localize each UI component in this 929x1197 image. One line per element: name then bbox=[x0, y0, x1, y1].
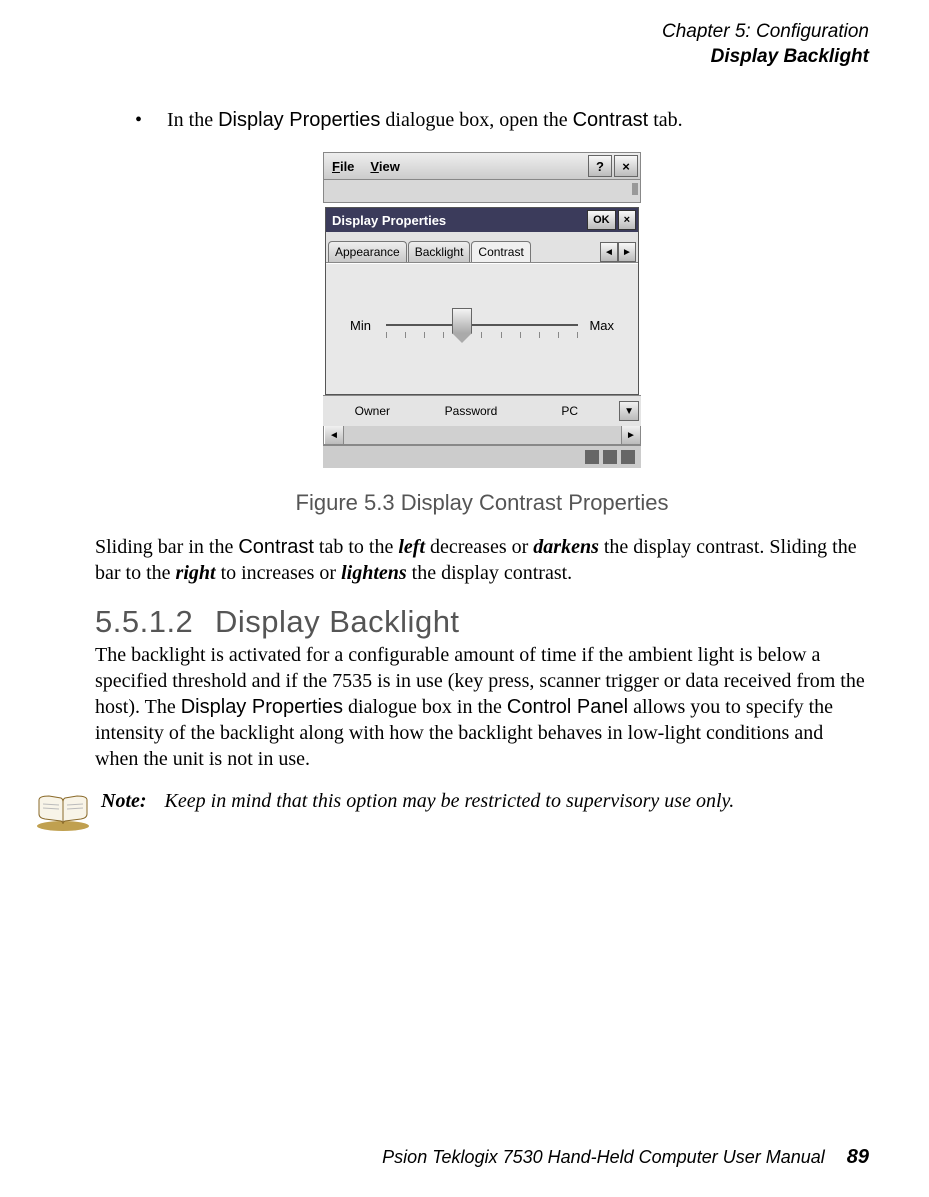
dialog-title-text: Display Properties bbox=[332, 213, 446, 228]
scroll-right-icon[interactable]: ► bbox=[621, 426, 640, 444]
tab-appearance[interactable]: Appearance bbox=[328, 241, 407, 262]
tray-icon[interactable] bbox=[603, 450, 617, 464]
taskbar bbox=[323, 445, 641, 468]
tab-backlight[interactable]: Backlight bbox=[408, 241, 471, 262]
max-label: Max bbox=[589, 318, 614, 333]
note-block: Note:Keep in mind that this option may b… bbox=[35, 790, 869, 832]
min-label: Min bbox=[350, 318, 371, 333]
slider-ticks bbox=[386, 332, 578, 340]
ui-term: Display Properties bbox=[218, 109, 380, 131]
control-panel-items: Owner Password PC ▼ bbox=[323, 395, 641, 426]
ok-button[interactable]: OK bbox=[587, 210, 616, 230]
instruction-bullet: • In the Display Properties dialogue box… bbox=[135, 109, 869, 132]
item-pc[interactable]: PC bbox=[520, 404, 619, 418]
outer-toolbar bbox=[323, 180, 641, 203]
outer-menubar: File View ? × bbox=[323, 152, 641, 180]
contrast-slider-panel: Min Max bbox=[326, 263, 638, 394]
page-number: 89 bbox=[847, 1146, 869, 1168]
slider-thumb[interactable] bbox=[452, 308, 472, 334]
help-button[interactable]: ? bbox=[588, 155, 612, 177]
dialog-titlebar: Display Properties OK × bbox=[326, 208, 638, 232]
slider-track[interactable] bbox=[386, 324, 578, 326]
item-owner[interactable]: Owner bbox=[323, 404, 422, 418]
figure-caption: Figure 5.3 Display Contrast Properties bbox=[95, 490, 869, 516]
item-password[interactable]: Password bbox=[422, 404, 521, 418]
heading-title: Display Backlight bbox=[215, 604, 460, 639]
menu-view[interactable]: View bbox=[362, 159, 407, 174]
tab-scroll-left-icon[interactable]: ◄ bbox=[600, 242, 618, 262]
ui-term: Contrast bbox=[573, 109, 649, 131]
page-header: Chapter 5: Configuration Display Backlig… bbox=[95, 20, 869, 69]
header-section: Display Backlight bbox=[95, 45, 869, 70]
dropdown-icon[interactable]: ▼ bbox=[619, 401, 639, 421]
close-button[interactable]: × bbox=[614, 155, 638, 177]
screenshot-figure: File View ? × Display Properties OK × Ap… bbox=[323, 152, 641, 482]
header-chapter: Chapter 5: Configuration bbox=[95, 20, 869, 45]
footer-title: Psion Teklogix 7530 Hand-Held Computer U… bbox=[382, 1147, 825, 1167]
tray-icon[interactable] bbox=[585, 450, 599, 464]
page-footer: Psion Teklogix 7530 Hand-Held Computer U… bbox=[382, 1146, 869, 1169]
tab-contrast[interactable]: Contrast bbox=[471, 241, 530, 262]
tray-icon[interactable] bbox=[621, 450, 635, 464]
paragraph-contrast-explain: Sliding bar in the Contrast tab to the l… bbox=[95, 534, 869, 586]
display-properties-dialog: Display Properties OK × Appearance Backl… bbox=[325, 207, 639, 395]
paragraph-backlight-explain: The backlight is activated for a configu… bbox=[95, 642, 869, 772]
tab-scroll-right-icon[interactable]: ► bbox=[618, 242, 636, 262]
heading-number: 5.5.1.2 bbox=[95, 604, 215, 640]
note-text: Note:Keep in mind that this option may b… bbox=[101, 790, 734, 813]
tabs-row: Appearance Backlight Contrast ◄ ► bbox=[326, 232, 638, 263]
scroll-left-icon[interactable]: ◄ bbox=[324, 426, 344, 444]
book-icon bbox=[35, 792, 91, 832]
dialog-close-button[interactable]: × bbox=[618, 210, 636, 230]
note-label: Note: bbox=[101, 790, 147, 812]
menu-file[interactable]: File bbox=[324, 159, 362, 174]
horizontal-scrollbar[interactable]: ◄ ► bbox=[323, 426, 641, 445]
section-heading: 5.5.1.2Display Backlight bbox=[95, 604, 869, 640]
